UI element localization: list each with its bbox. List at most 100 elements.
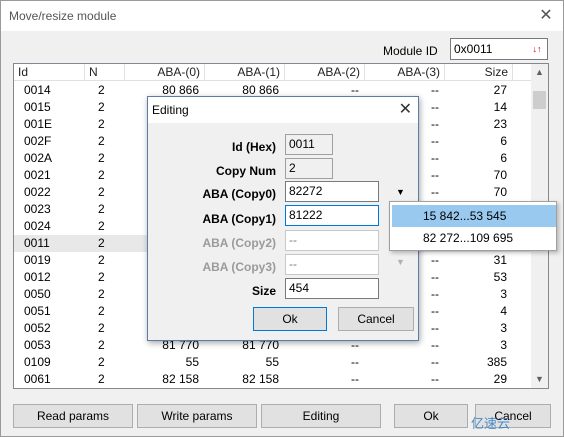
table-cell: 2 xyxy=(98,117,105,131)
table-cell: 2 xyxy=(98,338,105,352)
table-cell: 55 xyxy=(265,355,279,369)
window-title: Move/resize module xyxy=(9,9,117,23)
table-cell: 2 xyxy=(98,202,105,216)
table-cell: 82 158 xyxy=(242,372,279,386)
module-id-label: Module ID xyxy=(383,44,438,58)
col-header-aba3[interactable]: ABA-(3) xyxy=(365,64,445,81)
table-cell: 001E xyxy=(24,117,53,131)
aba-copy3-input: -- xyxy=(285,254,379,275)
table-cell: 0052 xyxy=(24,321,51,335)
table-cell: 4 xyxy=(500,304,507,318)
table-cell: -- xyxy=(431,355,439,369)
table-cell: 82 158 xyxy=(162,372,199,386)
table-cell: 23 xyxy=(493,117,507,131)
table-cell: 55 xyxy=(185,355,199,369)
scroll-thumb[interactable] xyxy=(533,91,546,109)
table-cell: 2 xyxy=(98,151,105,165)
table-cell: 2 xyxy=(98,304,105,318)
size-label: Size xyxy=(251,284,276,298)
ok-button[interactable]: Ok xyxy=(394,404,468,428)
aba-copy0-input[interactable]: 82272 xyxy=(285,181,379,202)
table-cell: 0021 xyxy=(24,168,51,182)
table-cell: 3 xyxy=(500,338,507,352)
aba-copy0-dropdown-icon[interactable]: ▼ xyxy=(396,187,405,197)
aba-copy3-label: ABA (Copy3) xyxy=(202,260,276,274)
table-cell: -- xyxy=(351,355,359,369)
table-cell: 6 xyxy=(500,134,507,148)
col-header-aba1[interactable]: ABA-(1) xyxy=(205,64,285,81)
dialog-close-icon[interactable]: ✕ xyxy=(399,99,412,119)
dialog-title-bar: Editing ✕ xyxy=(148,97,418,123)
table-cell: 0051 xyxy=(24,304,51,318)
table-cell: 14 xyxy=(493,100,507,114)
module-id-input[interactable] xyxy=(451,39,529,59)
table-cell: 3 xyxy=(500,321,507,335)
table-header: Id N ABA-(0) ABA-(1) ABA-(2) ABA-(3) Siz… xyxy=(14,64,532,81)
dropdown-item-1[interactable]: 15 842...53 545 xyxy=(392,205,556,227)
close-icon[interactable]: ✕ xyxy=(535,5,557,27)
table-cell: -- xyxy=(431,372,439,386)
id-hex-label: Id (Hex) xyxy=(231,140,276,154)
aba-copy0-label: ABA (Copy0) xyxy=(202,187,276,201)
table-cell: 0023 xyxy=(24,202,51,216)
col-header-aba2[interactable]: ABA-(2) xyxy=(285,64,365,81)
read-params-button[interactable]: Read params xyxy=(13,404,133,428)
table-cell: 0053 xyxy=(24,338,51,352)
aba-copy2-input: -- xyxy=(285,230,379,251)
aba-range-dropdown: 15 842...53 545 82 272...109 695 xyxy=(389,201,557,251)
table-cell: 0011 xyxy=(24,236,50,250)
table-cell: 002A xyxy=(24,151,53,165)
table-cell: 002F xyxy=(24,134,52,148)
table-cell: 31 xyxy=(493,253,507,267)
dropdown-item-2[interactable]: 82 272...109 695 xyxy=(392,227,556,249)
table-cell: 2 xyxy=(98,134,105,148)
table-cell: 3 xyxy=(500,287,507,301)
scroll-down-icon[interactable]: ▼ xyxy=(531,371,548,388)
table-cell: 2 xyxy=(98,100,105,114)
col-header-size[interactable]: Size xyxy=(445,64,513,81)
table-cell: 27 xyxy=(493,83,507,97)
scroll-up-icon[interactable]: ▲ xyxy=(531,64,548,81)
table-cell: 0022 xyxy=(24,185,51,199)
table-cell: 0012 xyxy=(24,270,51,284)
dialog-title: Editing xyxy=(152,103,189,117)
pick-icon[interactable]: ↓↑ xyxy=(528,40,546,58)
aba-copy1-input[interactable]: 81222 xyxy=(285,205,379,226)
watermark: 亿速云 xyxy=(471,416,511,431)
col-header-aba0[interactable]: ABA-(0) xyxy=(125,64,205,81)
table-cell: 2 xyxy=(98,219,105,233)
title-bar: Move/resize module ✕ xyxy=(1,1,563,31)
id-hex-field: 0011 xyxy=(285,134,333,155)
table-cell: 2 xyxy=(98,236,105,250)
table-cell: 2 xyxy=(98,270,105,284)
dialog-cancel-button[interactable]: Cancel xyxy=(338,307,414,331)
table-cell: 2 xyxy=(98,185,105,199)
editing-button[interactable]: Editing xyxy=(261,404,381,428)
table-cell: -- xyxy=(351,372,359,386)
table-cell: 0050 xyxy=(24,287,51,301)
table-cell: 2 xyxy=(98,355,105,369)
write-params-button[interactable]: Write params xyxy=(137,404,257,428)
size-input[interactable]: 454 xyxy=(285,278,379,299)
col-header-id[interactable]: Id xyxy=(14,64,85,81)
table-cell: 70 xyxy=(493,168,507,182)
table-cell: 0109 xyxy=(24,355,51,369)
table-cell: 0061 xyxy=(24,372,51,386)
table-cell: 2 xyxy=(98,253,105,267)
table-row[interactable]: 0061 2 82 158 82 158 -- -- 29 xyxy=(14,371,532,388)
table-cell: 2 xyxy=(98,287,105,301)
copy-num-field: 2 xyxy=(285,158,333,179)
table-cell: 2 xyxy=(98,168,105,182)
table-cell: 53 xyxy=(493,270,507,284)
table-cell: 2 xyxy=(98,372,105,386)
copy-num-label: Copy Num xyxy=(216,164,276,178)
editing-dialog: Editing ✕ Id (Hex) 0011 Copy Num 2 ABA (… xyxy=(147,96,419,341)
main-window: Move/resize module ✕ Module ID ↓↑ Id N A… xyxy=(0,0,564,437)
table-row[interactable]: 0109 2 55 55 -- -- 385 xyxy=(14,354,532,371)
dialog-ok-button[interactable]: Ok xyxy=(253,307,327,331)
table-cell: 385 xyxy=(486,355,507,369)
table-cell: 70 xyxy=(493,185,507,199)
table-cell: 2 xyxy=(98,83,105,97)
col-header-n[interactable]: N xyxy=(85,64,125,81)
module-id-field[interactable]: ↓↑ xyxy=(450,38,548,60)
